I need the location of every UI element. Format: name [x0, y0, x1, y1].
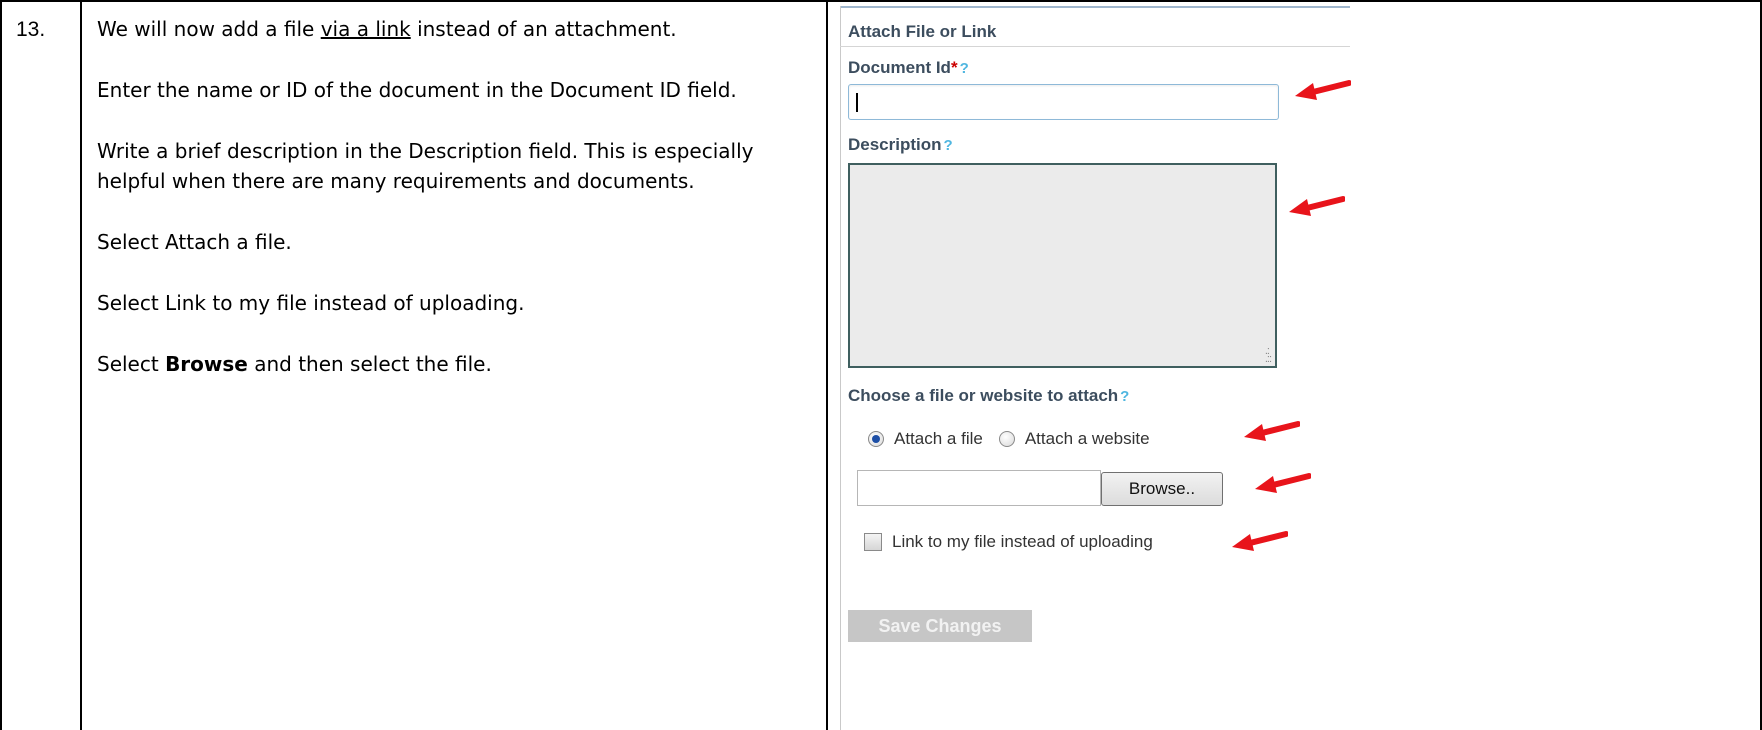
attach-type-radio-group: Attach a file Attach a website: [868, 429, 1166, 449]
attach-file-radio-label[interactable]: Attach a file: [894, 429, 983, 449]
arrow-pointer-link-file-icon: [1232, 531, 1288, 551]
attach-file-radio[interactable]: [868, 431, 884, 447]
description-help-icon[interactable]: ?: [944, 137, 953, 154]
link-file-checkbox[interactable]: [864, 533, 882, 551]
file-path-input[interactable]: [857, 470, 1101, 506]
via-link-text: via a link: [320, 17, 411, 41]
instruction-description-1: Write a brief description in the Descrip…: [97, 139, 754, 163]
text-caret: [856, 93, 858, 112]
panel-title: Attach File or Link: [848, 22, 997, 41]
instruction-document-id: Enter the name or ID of the document in …: [97, 78, 737, 102]
instruction-attach-file: Select Attach a file.: [97, 230, 292, 254]
instruction-description-2: helpful when there are many requirements…: [97, 169, 695, 193]
panel-title-divider: [840, 46, 1350, 47]
browse-button[interactable]: Browse..: [1101, 472, 1223, 506]
instruction-link-file: Select Link to my file instead of upload…: [97, 291, 525, 315]
arrow-pointer-attach-type-icon: [1244, 421, 1300, 441]
panel-left-rule: [840, 6, 841, 730]
description-textarea[interactable]: .:.::: [848, 163, 1277, 368]
document-id-help-icon[interactable]: ?: [960, 60, 969, 77]
table-column-divider-2: [826, 0, 828, 730]
instruction-browse: Select Browse and then select the file.: [97, 352, 492, 376]
document-id-label: Document Id*?: [848, 58, 969, 77]
document-id-input[interactable]: [848, 84, 1279, 120]
attach-help-icon[interactable]: ?: [1120, 388, 1129, 405]
link-file-option: Link to my file instead of uploading: [864, 532, 1153, 552]
description-label: Description?: [848, 135, 953, 154]
required-marker: *: [950, 58, 958, 77]
arrow-pointer-browse-icon: [1255, 473, 1311, 493]
instruction-intro: We will now add a file via a link instea…: [97, 17, 677, 41]
link-file-checkbox-label[interactable]: Link to my file instead of uploading: [892, 532, 1153, 552]
attach-choice-label: Choose a file or website to attach?: [848, 386, 1130, 405]
panel-top-rule: [840, 6, 1350, 8]
attach-website-radio[interactable]: [998, 431, 1015, 447]
attach-file-panel-screenshot: Attach File or Link Document Id*? Descri…: [830, 2, 1350, 730]
save-changes-button[interactable]: Save Changes: [848, 610, 1032, 642]
attach-website-radio-label[interactable]: Attach a website: [1025, 429, 1150, 449]
resize-grip-icon[interactable]: .:.::: [1265, 346, 1272, 365]
table-left-border: [0, 0, 2, 730]
table-column-divider-1: [80, 0, 82, 730]
step-number: 13.: [16, 18, 46, 41]
arrow-pointer-description-icon: [1289, 196, 1345, 216]
arrow-pointer-document-id-icon: [1295, 80, 1351, 100]
